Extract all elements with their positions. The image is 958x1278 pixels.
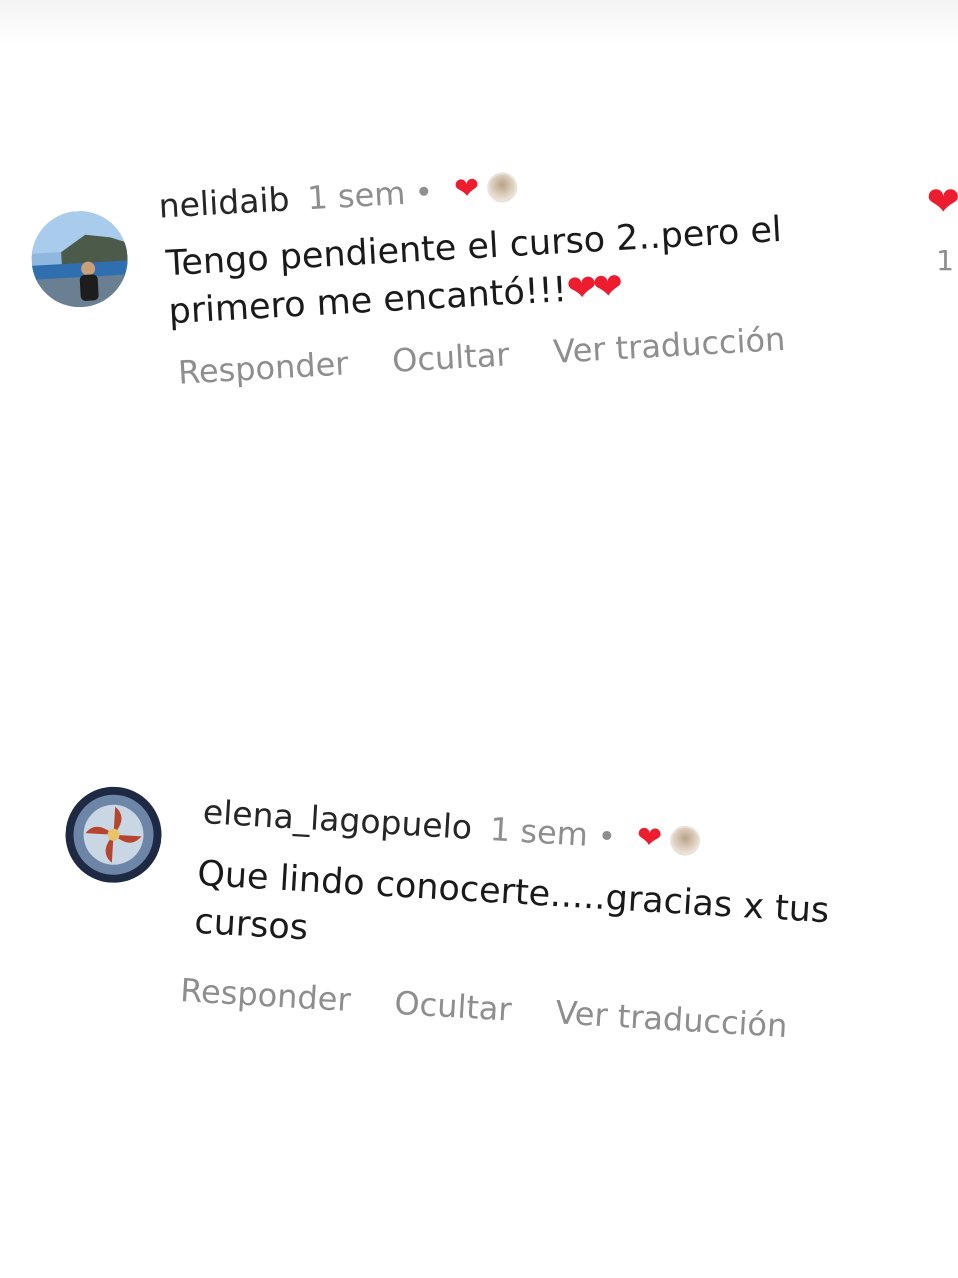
hide-button[interactable]: Ocultar bbox=[393, 984, 512, 1029]
comment-header: nelidaib 1 sem ❤ bbox=[158, 167, 519, 226]
reply-button[interactable]: Responder bbox=[177, 344, 349, 391]
username[interactable]: nelidaib bbox=[158, 179, 291, 225]
timestamp: 1 sem bbox=[306, 173, 407, 217]
comment-body: Que lindo conocerte.....gracias x tus cu… bbox=[193, 853, 831, 949]
heart-icon[interactable]: ❤ bbox=[926, 182, 958, 222]
hide-button[interactable]: Ocultar bbox=[391, 335, 510, 379]
profile-photo-icon bbox=[62, 783, 165, 886]
avatar[interactable] bbox=[62, 783, 165, 886]
translate-button[interactable]: Ver traducción bbox=[552, 320, 786, 371]
top-bar bbox=[0, 0, 958, 44]
creator-heart-icon: ❤ bbox=[635, 819, 663, 856]
comment-item: elena_lagopuelo 1 sem ❤ Que lindo conoce… bbox=[0, 774, 958, 1070]
creator-avatar bbox=[486, 171, 519, 203]
reply-button[interactable]: Responder bbox=[179, 971, 351, 1019]
comment-actions: Responder Ocultar Ver traducción bbox=[179, 971, 832, 1048]
like-control[interactable]: ❤ 1 bbox=[914, 182, 958, 302]
comment-body: Tengo pendiente el curso 2..pero el prim… bbox=[164, 209, 783, 333]
comment-header: elena_lagopuelo 1 sem ❤ bbox=[202, 792, 701, 860]
separator-dot bbox=[601, 830, 612, 841]
profile-photo-icon bbox=[28, 208, 131, 310]
comment-item: nelidaib 1 sem ❤ Tengo pendiente el curs… bbox=[0, 138, 958, 431]
heart-emoji: ❤❤ bbox=[565, 266, 621, 310]
timestamp: 1 sem bbox=[488, 809, 590, 854]
separator-dot bbox=[418, 186, 429, 197]
avatar[interactable] bbox=[28, 208, 131, 310]
translate-button[interactable]: Ver traducción bbox=[554, 993, 788, 1045]
username[interactable]: elena_lagopuelo bbox=[202, 792, 473, 847]
creator-avatar bbox=[669, 824, 701, 857]
creator-heart-icon: ❤ bbox=[453, 170, 481, 207]
comment-text: Que lindo conocerte.....gracias x tus cu… bbox=[193, 850, 897, 987]
like-count: 1 bbox=[936, 244, 954, 277]
comment-text: Tengo pendiente el curso 2..pero el prim… bbox=[165, 201, 869, 336]
